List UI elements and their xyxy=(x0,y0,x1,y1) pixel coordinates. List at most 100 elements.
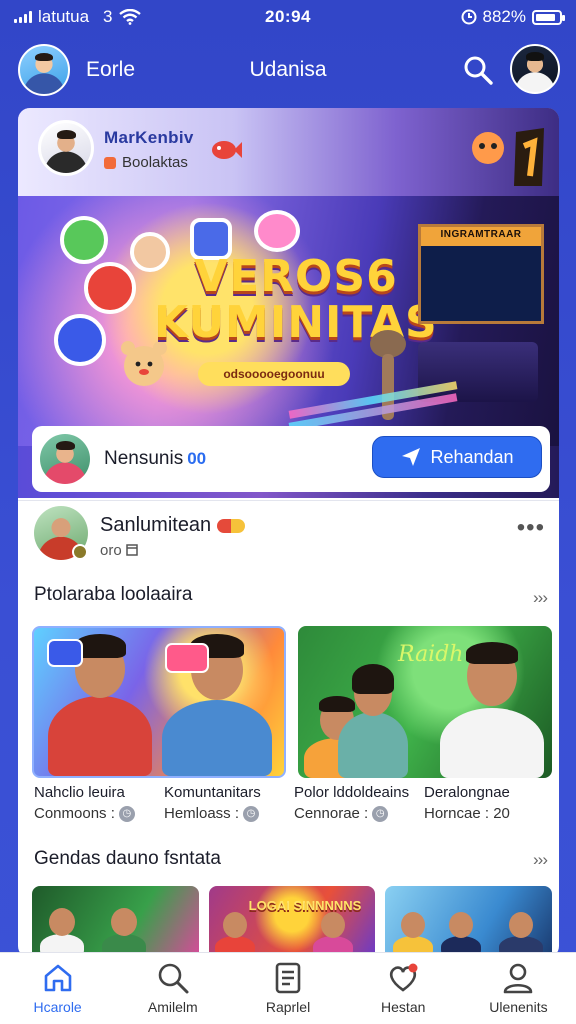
nav-profile[interactable]: Ulenenits xyxy=(461,953,576,1024)
caption[interactable]: Komuntanitars Hemloass : ◷ xyxy=(164,784,294,822)
header-left-title[interactable]: Eorle xyxy=(86,58,135,82)
tag-icon xyxy=(104,156,116,169)
heart-icon xyxy=(390,963,418,992)
caption-stat: Cennorae : xyxy=(294,805,369,822)
count-icon: ◷ xyxy=(243,805,260,822)
network-label: 3 xyxy=(103,7,113,26)
follow-avatar[interactable] xyxy=(40,434,90,484)
thumbnail-row: LOGAI SINNNNNS xyxy=(32,886,553,958)
section-title: Ptolaraba loolaaira xyxy=(34,584,193,605)
avatar-bubble xyxy=(84,262,136,314)
nav-label: Amilelm xyxy=(147,999,198,1015)
featured-community: MarKenbiv Boolaktas VEROS6 KUMINITAS ods… xyxy=(18,108,559,498)
nav-search[interactable]: Amilelm xyxy=(115,953,230,1024)
follow-button[interactable]: Rehandan xyxy=(372,436,542,478)
featured-name[interactable]: MarKenbiv xyxy=(104,128,194,148)
studio-screen-title: INGRAMTRAAR xyxy=(440,229,522,240)
more-options-button[interactable]: ••• xyxy=(517,514,545,542)
caption-stat: Conmoons : xyxy=(34,805,115,822)
account-avatar[interactable] xyxy=(510,44,560,94)
avatar-bubble xyxy=(54,314,106,366)
caption-stat: Horncae : 20 xyxy=(424,805,510,822)
caption-row: Nahclio leuira Conmoons : ◷ Komuntanitars… xyxy=(34,784,554,822)
emoji-icon xyxy=(217,518,246,533)
post-avatar[interactable] xyxy=(34,506,88,560)
search-icon[interactable] xyxy=(462,54,494,86)
section-more-button[interactable]: ››› xyxy=(533,588,548,608)
search-icon xyxy=(158,963,189,994)
send-icon xyxy=(402,448,421,466)
caption[interactable]: Polor lddoldeains Cennorae : ◷ xyxy=(294,784,424,822)
avatar-bubble xyxy=(60,216,108,264)
fish-icon xyxy=(212,141,242,159)
post-header: Sanlumitean oro ••• xyxy=(18,506,559,568)
feed-card: MarKenbiv Boolaktas VEROS6 KUMINITAS ods… xyxy=(18,108,559,958)
nav-label: Ulenenits xyxy=(489,999,548,1015)
banner-title-line1: VEROS6 xyxy=(194,251,398,302)
person-figure xyxy=(440,642,544,778)
app-header: Eorle Udanisa xyxy=(0,38,576,102)
caption[interactable]: Deralongnae Horncae : 20 xyxy=(424,784,554,822)
video-thumbnail[interactable] xyxy=(32,626,286,778)
featured-subtitle: Boolaktas xyxy=(104,154,188,171)
person-figure xyxy=(162,634,272,776)
person-figure xyxy=(48,634,152,776)
post-meta-text: oro xyxy=(100,542,122,559)
count-icon: ◷ xyxy=(118,805,135,822)
nav-favorites[interactable]: Hestan xyxy=(346,953,461,1024)
status-bar: latutua 3 20:94 882% xyxy=(0,0,576,34)
video-thumbnail[interactable]: Raidh xyxy=(298,626,552,778)
battery-icon xyxy=(532,9,565,25)
thumbnail-sign: LOGAI SINNNNNS xyxy=(248,898,362,913)
carrier-label: latutua xyxy=(38,7,90,26)
featured-avatar[interactable] xyxy=(38,120,94,176)
signal-icon xyxy=(14,11,32,23)
verified-badge: 00 xyxy=(187,449,207,468)
featured-subtitle-text: Boolaktas xyxy=(122,154,188,171)
caption-title: Polor lddoldeains xyxy=(294,784,410,801)
battery-percent: 882% xyxy=(482,7,526,26)
nav-label: Hcarole xyxy=(33,999,82,1015)
studio-screen: INGRAMTRAAR xyxy=(418,224,544,324)
banner-tagline: odsooooegoonuu xyxy=(198,362,350,386)
post-meta: oro xyxy=(100,542,138,559)
nav-home[interactable]: Hcarole xyxy=(0,953,115,1024)
caption-stat: Hemloass : xyxy=(164,805,240,822)
section-more-button[interactable]: ››› xyxy=(533,850,548,870)
profile-avatar[interactable] xyxy=(18,44,70,96)
alarm-icon xyxy=(461,9,477,25)
caption-title: Komuntanitars xyxy=(164,784,261,801)
bottom-nav: Hcarole Amilelm Raprlel Hestan Ulenenits xyxy=(0,952,576,1024)
calendar-icon xyxy=(126,544,138,556)
game-icon xyxy=(47,639,83,667)
avatar-bubble xyxy=(254,210,300,252)
user-icon xyxy=(504,963,533,994)
home-icon xyxy=(44,964,71,992)
mascot-icon xyxy=(472,128,544,186)
thumbnail-row: Raidh xyxy=(32,626,552,778)
game-icon xyxy=(165,643,209,673)
caption-title: Nahclio leuira xyxy=(34,784,125,801)
follow-button-label: Rehandan xyxy=(430,446,514,467)
nav-label: Raprlel xyxy=(265,999,311,1015)
video-thumbnail[interactable] xyxy=(385,886,553,958)
caption-title: Deralongnae xyxy=(424,784,510,801)
video-thumbnail[interactable] xyxy=(32,886,199,958)
wifi-icon xyxy=(118,9,141,25)
nav-document[interactable]: Raprlel xyxy=(230,953,345,1024)
caption[interactable]: Nahclio leuira Conmoons : ◷ xyxy=(34,784,164,822)
post-author[interactable]: Sanlumitean xyxy=(100,514,246,537)
divider xyxy=(18,500,559,501)
hero-banner[interactable]: VEROS6 KUMINITAS odsooooegoonuu INGRAMTR… xyxy=(18,196,559,446)
status-dot xyxy=(72,544,88,560)
featured-header: MarKenbiv Boolaktas xyxy=(18,108,559,196)
count-icon: ◷ xyxy=(372,805,389,822)
studio-desk xyxy=(418,342,538,402)
follow-row: Nensunis 00 Rehandan xyxy=(32,426,550,492)
follow-name[interactable]: Nensunis xyxy=(104,448,183,470)
video-thumbnail[interactable]: LOGAI SINNNNNS xyxy=(208,886,376,958)
post-author-name: Sanlumitean xyxy=(100,514,212,536)
section-title: Gendas dauno fsntata xyxy=(34,848,221,869)
document-icon xyxy=(275,962,301,994)
person-figure xyxy=(338,664,408,778)
